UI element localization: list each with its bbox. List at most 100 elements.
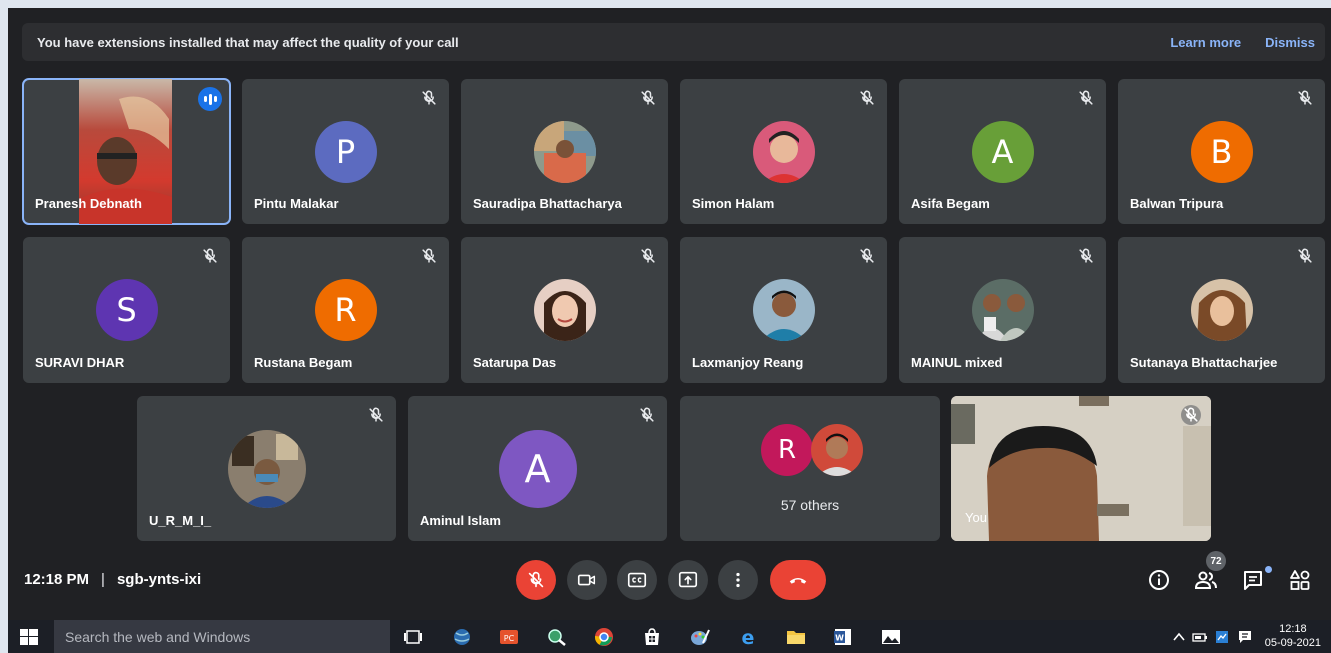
participant-tile[interactable]: A Aminul Islam — [408, 396, 667, 541]
chrome-icon[interactable] — [593, 627, 615, 647]
file-explorer-icon[interactable] — [785, 627, 807, 647]
participant-name: Laxmanjoy Reang — [692, 355, 804, 370]
camera-toggle-button[interactable] — [567, 560, 607, 600]
photos-icon[interactable] — [880, 627, 902, 647]
notifications-icon[interactable] — [1237, 629, 1253, 645]
info-icon — [1149, 570, 1169, 590]
self-video — [951, 396, 1211, 541]
mic-off-icon — [419, 246, 439, 266]
mic-off-icon — [1181, 405, 1201, 425]
participant-tile[interactable]: Satarupa Das — [461, 237, 668, 383]
browser-globe-icon[interactable] — [451, 627, 473, 647]
avatar-photo — [227, 430, 306, 508]
meeting-separator: | — [101, 571, 105, 588]
edge-icon[interactable]: e — [737, 627, 759, 647]
svg-text:PC: PC — [504, 634, 515, 643]
others-tile[interactable]: R 57 others — [680, 396, 940, 541]
participant-tile[interactable]: P Pintu Malakar — [242, 79, 449, 224]
participant-tile[interactable]: Simon Halam — [680, 79, 887, 224]
svg-text:W: W — [835, 634, 844, 643]
avatar-photo — [533, 121, 596, 183]
mic-off-icon — [1076, 88, 1096, 108]
self-view-tile[interactable]: You — [951, 396, 1211, 541]
participant-tile[interactable]: B Balwan Tripura — [1118, 79, 1325, 224]
search-app-icon[interactable] — [546, 627, 568, 647]
chat-icon — [1244, 571, 1262, 590]
captions-button[interactable] — [617, 560, 657, 600]
network-icon[interactable] — [1214, 629, 1230, 645]
avatar: A — [971, 121, 1034, 183]
activities-button[interactable] — [1286, 566, 1314, 594]
meeting-code: sgb-ynts-ixi — [116, 571, 202, 588]
clock-date: 05-09-2021 — [1264, 637, 1321, 649]
participant-tile[interactable]: S SURAVI DHAR — [23, 237, 230, 383]
mic-off-icon — [1295, 88, 1315, 108]
avatar-photo — [752, 121, 815, 183]
learn-more-link[interactable]: Learn more — [1170, 35, 1241, 50]
participant-name: U_R_M_I_ — [149, 513, 212, 528]
meeting-details-button[interactable] — [1145, 566, 1173, 594]
participant-name: MAINUL mixed — [911, 355, 1003, 370]
mic-off-icon — [637, 405, 657, 425]
svg-text:e: e — [742, 627, 755, 647]
avatar-photo — [752, 279, 815, 341]
mic-off-icon — [1295, 246, 1315, 266]
battery-icon[interactable] — [1192, 629, 1208, 645]
participant-name: Asifa Begam — [911, 196, 990, 211]
mic-toggle-button[interactable] — [516, 560, 556, 600]
task-view-icon[interactable] — [402, 627, 424, 647]
chat-button[interactable] — [1239, 566, 1267, 594]
participant-tile[interactable]: A Asifa Begam — [899, 79, 1106, 224]
hang-up-icon — [789, 577, 807, 584]
participant-tile[interactable]: Pranesh Debnath — [22, 78, 231, 225]
speaking-indicator-icon — [198, 87, 222, 111]
extensions-warning-banner: You have extensions installed that may a… — [22, 23, 1325, 61]
app-pc-icon[interactable]: PC — [498, 627, 520, 647]
participant-tile[interactable]: U_R_M_I_ — [137, 396, 396, 541]
leave-call-button[interactable] — [770, 560, 826, 600]
participant-tile[interactable]: Sauradipa Bhattacharya — [461, 79, 668, 224]
participant-name: Simon Halam — [692, 196, 775, 211]
present-screen-icon — [678, 571, 698, 588]
store-icon[interactable] — [641, 627, 663, 647]
meeting-time: 12:18 PM — [24, 571, 90, 588]
activities-icon — [1290, 570, 1310, 590]
taskbar-clock[interactable]: 12:18 05-09-2021 — [1265, 622, 1321, 650]
banner-message: You have extensions installed that may a… — [37, 34, 459, 50]
mic-off-icon — [1076, 246, 1096, 266]
participant-tile[interactable]: Sutanaya Bhattacharjee — [1118, 237, 1325, 383]
avatar: B — [1190, 121, 1253, 183]
avatar: R — [761, 424, 813, 476]
participant-name: Satarupa Das — [473, 355, 557, 370]
word-icon[interactable]: W — [832, 627, 854, 647]
mic-off-icon — [857, 88, 877, 108]
participant-name: Rustana Begam — [254, 355, 353, 370]
others-count-label: 57 others — [780, 497, 840, 513]
meet-window: You have extensions installed that may a… — [8, 8, 1331, 620]
show-hidden-icons-icon[interactable] — [1171, 629, 1187, 645]
more-vertical-icon — [736, 572, 740, 588]
present-screen-button[interactable] — [668, 560, 708, 600]
participant-name: Pranesh Debnath — [35, 196, 142, 211]
participant-tile[interactable]: MAINUL mixed — [899, 237, 1106, 383]
participant-name: Sauradipa Bhattacharya — [473, 196, 622, 211]
participant-tile[interactable]: Laxmanjoy Reang — [680, 237, 887, 383]
more-options-button[interactable] — [718, 560, 758, 600]
windows-start-icon[interactable] — [20, 629, 38, 645]
participant-name: Pintu Malakar — [254, 196, 339, 211]
participant-name: SURAVI DHAR — [35, 355, 125, 370]
taskbar-search-input[interactable]: Search the web and Windows — [54, 620, 390, 653]
mic-off-icon — [366, 405, 386, 425]
paint-icon[interactable] — [689, 627, 711, 647]
avatar: S — [95, 279, 158, 341]
search-placeholder: Search the web and Windows — [65, 628, 251, 645]
avatar: P — [314, 121, 377, 183]
chat-notification-dot — [1265, 566, 1272, 573]
avatar-photo — [811, 424, 863, 476]
people-icon — [1194, 571, 1217, 589]
closed-captions-icon — [627, 572, 647, 588]
mic-off-icon — [200, 246, 220, 266]
dismiss-button[interactable]: Dismiss — [1265, 35, 1315, 50]
participant-tile[interactable]: R Rustana Begam — [242, 237, 449, 383]
avatar-photo — [1190, 279, 1253, 341]
